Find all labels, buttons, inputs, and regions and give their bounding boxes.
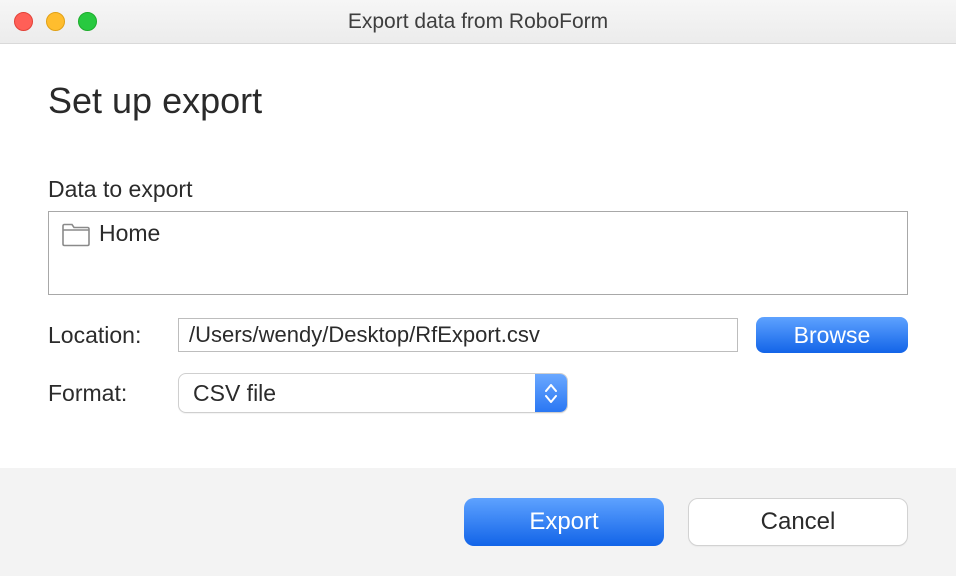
footer: Export Cancel: [0, 468, 956, 576]
folder-icon: [61, 221, 91, 247]
page-title: Set up export: [48, 80, 908, 122]
location-label: Location:: [48, 322, 178, 349]
maximize-window-button[interactable]: [78, 12, 97, 31]
chevron-up-down-icon: [535, 374, 567, 412]
format-value: CSV file: [179, 380, 535, 407]
export-button[interactable]: Export: [464, 498, 664, 546]
data-to-export-box[interactable]: Home: [48, 211, 908, 295]
window-controls: [14, 12, 97, 31]
browse-button[interactable]: Browse: [756, 317, 908, 353]
data-item-home[interactable]: Home: [61, 220, 895, 247]
data-to-export-label: Data to export: [48, 176, 908, 203]
window-title: Export data from RoboForm: [0, 10, 956, 34]
location-row: Location: Browse: [48, 317, 908, 353]
minimize-window-button[interactable]: [46, 12, 65, 31]
close-window-button[interactable]: [14, 12, 33, 31]
location-input[interactable]: [178, 318, 738, 352]
format-select[interactable]: CSV file: [178, 373, 568, 413]
format-row: Format: CSV file: [48, 373, 908, 413]
titlebar: Export data from RoboForm: [0, 0, 956, 44]
content-area: Set up export Data to export Home Locati…: [0, 44, 956, 453]
data-item-label: Home: [99, 220, 160, 247]
format-label: Format:: [48, 380, 178, 407]
cancel-button[interactable]: Cancel: [688, 498, 908, 546]
